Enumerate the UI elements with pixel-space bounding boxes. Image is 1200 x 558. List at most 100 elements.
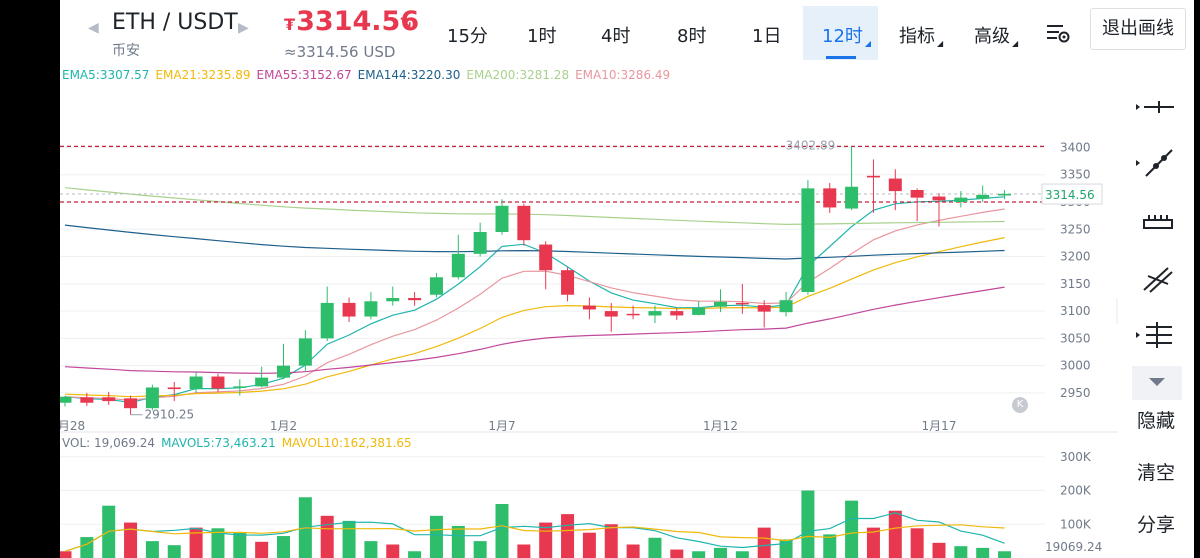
volume-legend: VOL: 19,069.24 MAVOL5:73,463.21 MAVOL10:16… — [62, 436, 418, 450]
fib-icon[interactable] — [1132, 318, 1182, 352]
candle-down — [124, 398, 138, 409]
trend-line-icon[interactable] — [1132, 146, 1182, 180]
tab-1h[interactable]: 1时 — [527, 22, 556, 48]
prev-pair-icon[interactable]: ◀ — [88, 20, 99, 36]
candle-up — [648, 311, 662, 316]
ema144-value: EMA144:3220.30 — [357, 68, 461, 82]
candle-down — [757, 305, 771, 312]
candle-up — [998, 193, 1012, 196]
horizontal-line-icon[interactable] — [1132, 90, 1182, 124]
next-pair-icon[interactable]: ▶ — [238, 20, 249, 36]
candle-down — [626, 313, 640, 316]
pair-title[interactable]: ETH / USDT — [112, 10, 238, 35]
high-price-label: 3402.89 — [786, 138, 836, 152]
price-symbol: ₮ — [284, 15, 296, 34]
low-price-label: 2910.25 — [145, 408, 195, 422]
mavol10-value: MAVOL10:162,381.65 — [281, 436, 412, 450]
volume-bar — [277, 536, 290, 558]
clear-drawings-button[interactable]: 清空 — [1118, 458, 1194, 485]
hide-drawings-button[interactable]: 隐藏 — [1118, 406, 1194, 433]
candle-down — [735, 302, 749, 305]
y-tick-label: 3400 — [1060, 140, 1091, 154]
candle-up — [429, 277, 443, 295]
candle-up — [779, 300, 793, 313]
k-badge[interactable]: K — [1012, 397, 1028, 413]
x-tick-label: 1月12 — [703, 419, 738, 433]
tab-8h[interactable]: 8时 — [677, 22, 706, 48]
candle-up — [189, 376, 203, 390]
ema55-value: EMA55:3152.67 — [256, 68, 352, 82]
parallel-channel-icon[interactable] — [1132, 262, 1182, 296]
advanced-menu[interactable]: 高级 ◢ — [974, 22, 1018, 48]
ema10-line — [64, 208, 1005, 401]
candle-up — [451, 253, 465, 278]
volume-bar — [998, 551, 1012, 558]
candle-down — [561, 270, 575, 295]
ema200-line — [64, 187, 1005, 226]
indicator-label: 指标 — [899, 26, 935, 47]
y-tick-label: 3000 — [1060, 359, 1091, 373]
volume-bar — [80, 537, 94, 558]
candle-down — [823, 188, 837, 208]
candle-down — [342, 302, 356, 317]
volume-bar — [976, 547, 990, 558]
volume-bar — [429, 515, 443, 558]
ema21-value: EMA21:3235.89 — [155, 68, 251, 82]
exit-drawing-button[interactable]: 退出画线 — [1090, 8, 1186, 50]
chart-settings-icon[interactable] — [1045, 22, 1071, 44]
collapse-icon[interactable] — [1132, 366, 1182, 400]
ema10-value: EMA10:3286.49 — [575, 68, 671, 82]
volume-tick-label: 200K — [1060, 484, 1092, 498]
ema200-value: EMA200:3281.28 — [466, 68, 570, 82]
volume-bar — [910, 528, 924, 558]
candle-up — [298, 338, 312, 366]
ema-legend: EMA5:3307.57 EMA21:3235.89 EMA55:3152.67 EM… — [62, 68, 676, 82]
vol-value: VOL: 19,069.24 — [62, 436, 156, 450]
y-tick-label: 3050 — [1060, 331, 1091, 345]
volume-bar — [779, 539, 793, 558]
exchange-label: 币安 — [112, 43, 140, 59]
candle-down — [517, 205, 531, 241]
candle-down — [408, 298, 422, 301]
candle-down — [211, 376, 225, 389]
volume-bar — [124, 522, 138, 558]
left-bezel — [0, 0, 60, 558]
x-tick-label: 1月17 — [922, 419, 957, 433]
candle-down — [866, 175, 880, 178]
active-tab-underline — [826, 56, 856, 59]
candle-up — [60, 396, 72, 403]
drawing-toolbar: 隐藏 清空 分享 — [1118, 66, 1194, 558]
candle-up — [714, 301, 727, 307]
indicator-menu[interactable]: 指标 ◢ — [899, 22, 943, 48]
volume-bar — [561, 514, 575, 558]
tab-12h[interactable]: 12时 ◢ — [822, 22, 871, 48]
candle-up — [386, 298, 400, 302]
chart-canvas[interactable]: 3400335033003250320031503100305030002950… — [60, 0, 1120, 558]
volume-bar — [233, 532, 247, 558]
tab-4h[interactable]: 4时 — [601, 22, 630, 48]
volume-bar — [714, 547, 727, 558]
corner-triangle-icon: ◢ — [1012, 39, 1019, 48]
candle-up — [233, 386, 247, 388]
y-tick-label: 2950 — [1060, 386, 1091, 400]
ema5-line — [64, 196, 1005, 404]
volume-bar — [189, 527, 203, 558]
ruler-icon[interactable] — [1132, 204, 1182, 238]
volume-bar — [670, 549, 684, 558]
candle-down — [102, 397, 116, 402]
candle-down — [888, 178, 902, 192]
advanced-label: 高级 — [974, 26, 1010, 47]
tab-1d[interactable]: 1日 — [752, 22, 781, 48]
tab-15m[interactable]: 15分 — [447, 22, 488, 48]
ema55-line — [64, 286, 1005, 374]
y-tick-label: 3350 — [1060, 168, 1091, 182]
volume-bar — [145, 541, 159, 558]
share-button[interactable]: 分享 — [1118, 510, 1194, 537]
y-tick-label: 3250 — [1060, 222, 1091, 236]
y-tick-label: 3100 — [1060, 304, 1091, 318]
ema5-value: EMA5:3307.57 — [62, 68, 150, 82]
tab-12h-label: 12时 — [822, 26, 863, 47]
ema144-line — [64, 224, 1005, 260]
volume-bar — [845, 500, 859, 558]
price-usd: ≈3314.56 USD — [284, 43, 396, 61]
